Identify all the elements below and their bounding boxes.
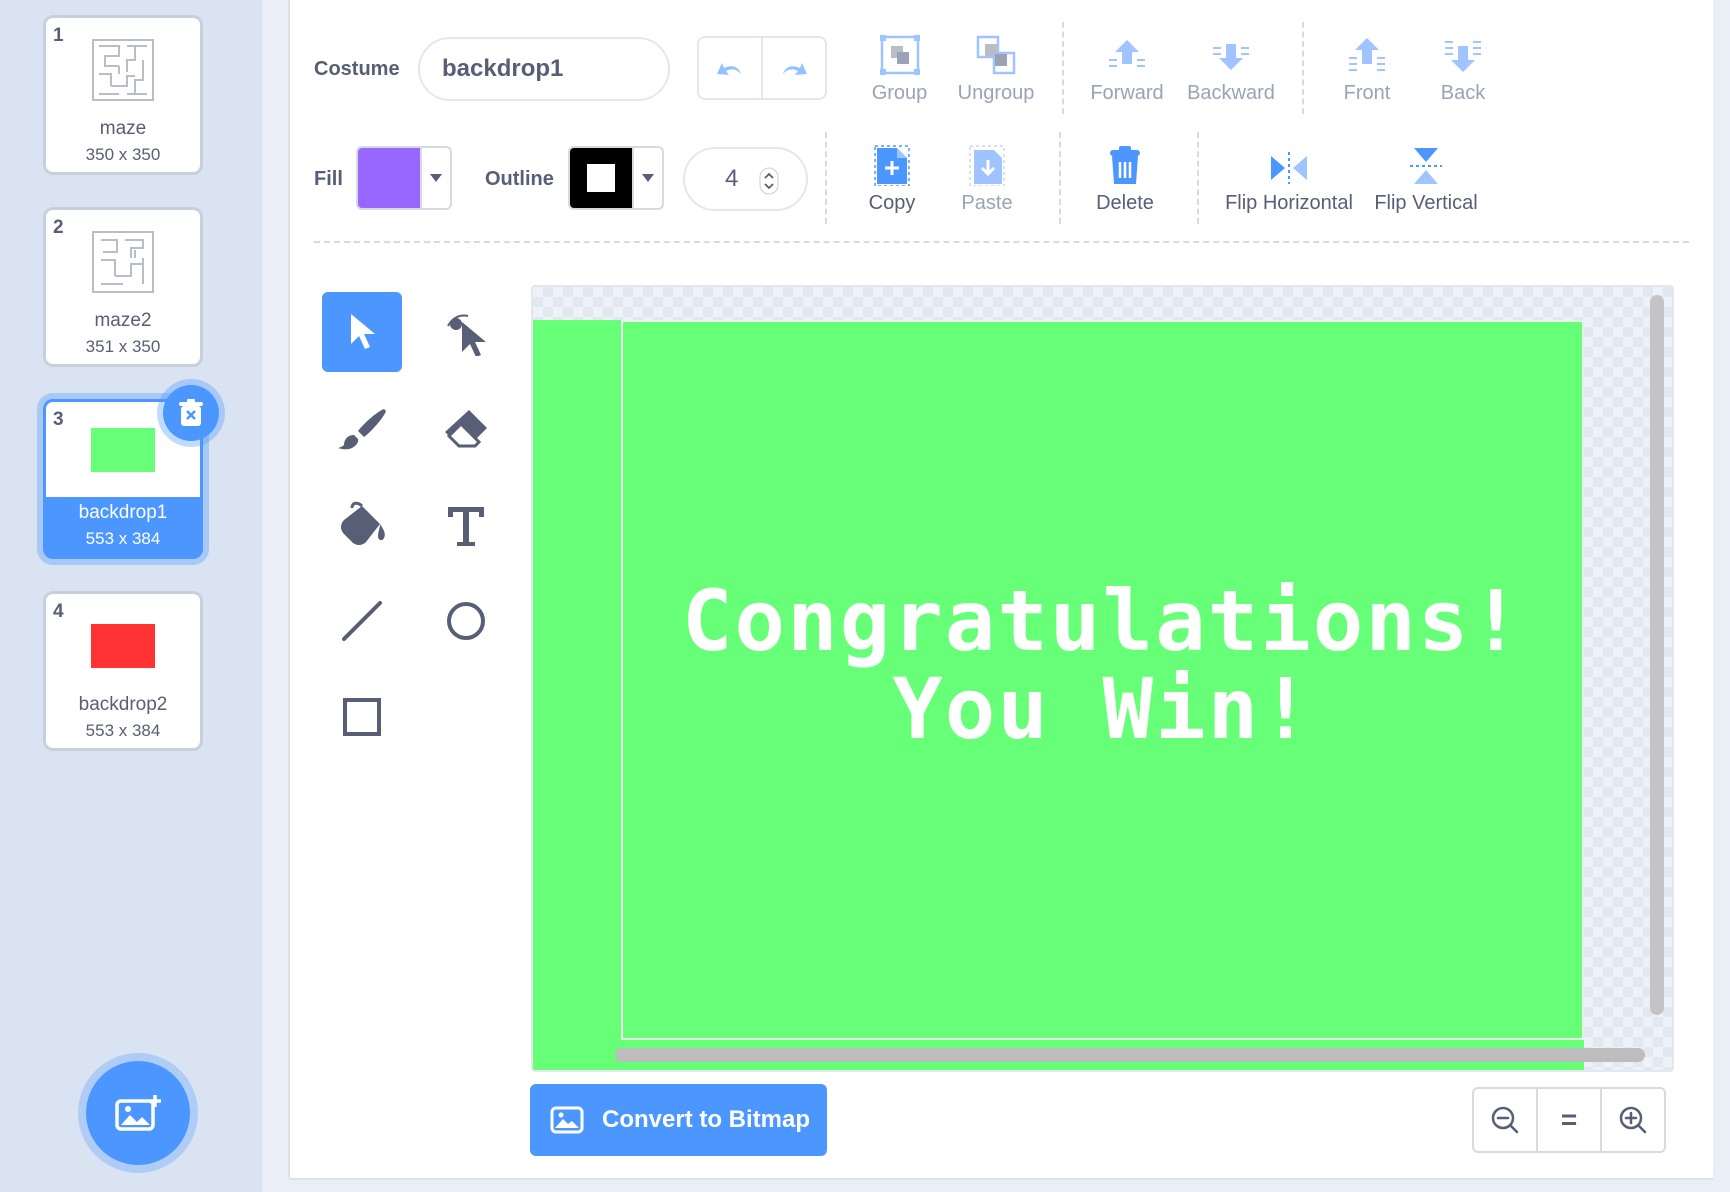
line-icon	[342, 601, 382, 641]
ungroup-button[interactable]: Ungroup	[952, 28, 1040, 105]
backward-button[interactable]: Backward	[1184, 28, 1278, 105]
congrats-line-1: Congratulations!	[681, 572, 1524, 670]
group-icon	[879, 35, 920, 75]
paste-button[interactable]: Paste	[958, 138, 1016, 215]
select-tool[interactable]	[322, 292, 402, 372]
horizontal-scrollbar[interactable]	[615, 1048, 1645, 1062]
convert-to-bitmap-label: Convert to Bitmap	[602, 1106, 811, 1133]
redo-icon	[783, 63, 807, 75]
costume-size: 553 x 384	[85, 721, 161, 740]
toolbar-divider	[1059, 132, 1061, 224]
line-tool[interactable]	[322, 581, 402, 661]
ungroup-icon	[976, 35, 1016, 75]
trash-icon	[179, 399, 203, 426]
costume-thumbnail	[46, 606, 200, 686]
arrow-cursor-icon	[351, 314, 375, 349]
eraser-icon	[445, 410, 487, 448]
paint-bucket-icon	[341, 501, 385, 545]
front-icon	[1349, 38, 1385, 71]
costume-size: 351 x 350	[85, 337, 161, 356]
brush-tool[interactable]	[322, 389, 402, 469]
toolbar-divider	[1197, 132, 1199, 224]
toolbar-divider	[1062, 22, 1064, 114]
image-icon	[550, 1106, 584, 1134]
costume-name: maze	[99, 118, 147, 139]
costume-list: 1 maze 350 x 350 2 maze2 351 x 350 3 bac…	[0, 0, 262, 1192]
fill-tool[interactable]	[322, 485, 402, 565]
undo-redo-group	[697, 36, 827, 100]
trash-icon	[1110, 146, 1140, 184]
text-icon	[448, 507, 484, 546]
costume-item-maze2[interactable]: 2 maze2 351 x 350	[43, 207, 203, 367]
rectangle-tool[interactable]	[322, 677, 402, 757]
redo-button[interactable]	[761, 38, 825, 98]
costume-name: backdrop1	[78, 502, 168, 523]
fill-color-picker[interactable]	[356, 146, 452, 210]
text-tool[interactable]	[426, 485, 506, 565]
add-backdrop-button[interactable]	[86, 1061, 190, 1165]
toolbar-divider	[1302, 22, 1304, 114]
chevron-down-icon	[420, 148, 450, 208]
outline-width-input[interactable]: 4	[683, 147, 808, 211]
congrats-line-2: You Win!	[892, 660, 1313, 758]
toolbar-separator	[314, 241, 1689, 243]
costume-size: 350 x 350	[85, 145, 161, 164]
zoom-in-button[interactable]	[1600, 1089, 1664, 1151]
back-button[interactable]: Back	[1432, 28, 1494, 105]
zoom-reset-button[interactable]: =	[1536, 1089, 1600, 1151]
reshape-tool[interactable]	[426, 292, 506, 372]
eraser-tool[interactable]	[426, 389, 506, 469]
vertical-scrollbar[interactable]	[1650, 295, 1664, 1015]
flip-horizontal-icon	[1271, 152, 1307, 184]
copy-button[interactable]: Copy	[860, 138, 924, 215]
undo-icon	[717, 63, 741, 75]
undo-button[interactable]	[699, 38, 761, 98]
brush-icon	[338, 409, 386, 450]
delete-button[interactable]: Delete	[1088, 138, 1162, 215]
costume-item-maze[interactable]: 1 maze 350 x 350	[43, 15, 203, 175]
chevron-down-icon	[632, 148, 662, 208]
outline-color-picker[interactable]	[568, 146, 664, 210]
image-add-icon	[115, 1095, 161, 1131]
zoom-out-button[interactable]	[1474, 1089, 1536, 1151]
costume-number: 3	[53, 409, 64, 430]
front-button[interactable]: Front	[1334, 28, 1400, 105]
delete-costume-button[interactable]	[163, 385, 219, 441]
costume-name: maze2	[94, 310, 152, 331]
fill-label: Fill	[314, 168, 343, 190]
forward-button[interactable]: Forward	[1088, 28, 1166, 105]
paste-icon	[969, 145, 1005, 186]
outline-width-value: 4	[725, 165, 739, 192]
costume-thumbnail	[46, 222, 200, 302]
stepper-icon[interactable]	[759, 167, 779, 195]
outline-label: Outline	[485, 168, 554, 190]
fill-swatch	[358, 148, 420, 208]
reshape-icon	[447, 314, 486, 356]
circle-icon	[447, 602, 485, 640]
costume-name: backdrop2	[78, 694, 168, 715]
costume-thumbnail	[46, 30, 200, 110]
costume-name-input[interactable]: backdrop1	[418, 37, 670, 101]
group-button[interactable]: Group	[862, 28, 937, 105]
rectangle-icon	[343, 698, 381, 736]
congrats-text[interactable]: Congratulations! You Win!	[621, 577, 1584, 753]
zoom-controls: =	[1472, 1087, 1666, 1153]
zoom-out-icon	[1491, 1106, 1519, 1134]
flip-horizontal-button[interactable]: Flip Horizontal	[1224, 138, 1354, 215]
back-icon	[1445, 41, 1481, 72]
costume-item-backdrop2[interactable]: 4 backdrop2 553 x 384	[43, 591, 203, 751]
paint-canvas[interactable]: Congratulations! You Win!	[531, 285, 1674, 1072]
zoom-in-icon	[1619, 1106, 1647, 1134]
circle-tool[interactable]	[426, 581, 506, 661]
outline-swatch	[570, 148, 632, 208]
backward-icon	[1213, 44, 1249, 70]
convert-to-bitmap-button[interactable]: Convert to Bitmap	[530, 1084, 827, 1156]
costume-size: 553 x 384	[85, 529, 161, 548]
toolbar-divider	[825, 132, 827, 224]
copy-icon	[874, 145, 910, 186]
costume-label: Costume	[314, 58, 400, 80]
forward-icon	[1109, 40, 1145, 67]
flip-vertical-button[interactable]: Flip Vertical	[1372, 138, 1480, 215]
flip-vertical-icon	[1410, 148, 1442, 184]
